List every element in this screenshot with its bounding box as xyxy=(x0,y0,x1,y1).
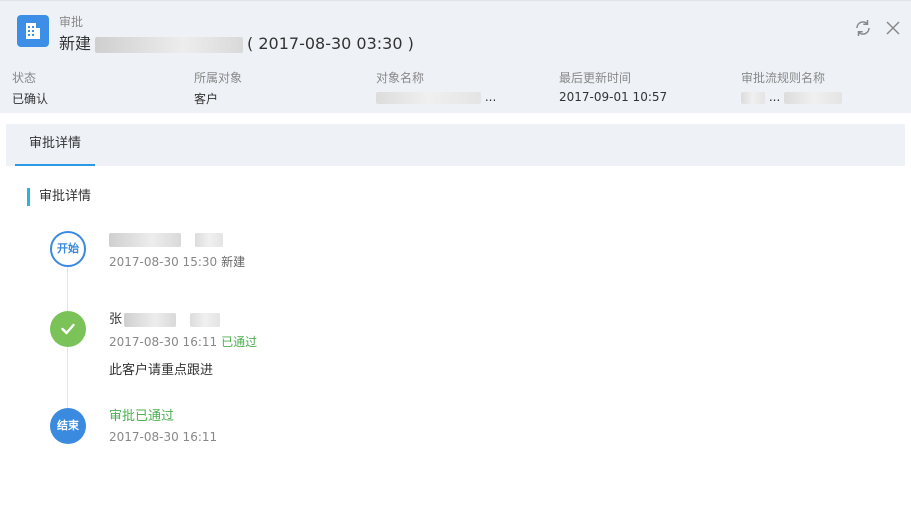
redacted-approver-dept xyxy=(190,312,221,327)
object-name-ellipsis: ... xyxy=(484,90,497,104)
start-node: 开始 xyxy=(50,231,86,267)
redacted-rule-name-tail xyxy=(784,91,843,104)
end-node: 结束 xyxy=(50,408,86,444)
module-name: 审批 xyxy=(59,15,84,29)
field-value: 已确认 xyxy=(12,92,49,106)
field-status: 状态 已确认 xyxy=(12,69,187,106)
entry-time: 2017-08-30 16:11 xyxy=(109,430,218,444)
field-object-type: 所属对象 客户 xyxy=(194,69,369,106)
field-label: 对象名称 xyxy=(376,71,425,85)
field-value: 2017-09-01 10:57 xyxy=(559,90,668,104)
tab-bar: 审批详情 xyxy=(6,124,905,166)
field-label: 审批流规则名称 xyxy=(741,71,826,85)
approver-name: 张 xyxy=(109,311,257,329)
field-object-name: 对象名称 ... xyxy=(376,69,551,106)
field-last-updated: 最后更新时间 2017-09-01 10:57 xyxy=(559,69,734,106)
checkmark-icon xyxy=(61,323,75,335)
timeline-entry-start: 2017-08-30 15:30 新建 xyxy=(109,231,245,270)
final-status: 审批已通过 xyxy=(109,409,175,424)
field-label: 最后更新时间 xyxy=(559,71,632,85)
close-icon xyxy=(886,21,900,35)
field-label: 所属对象 xyxy=(194,71,243,85)
summary-fields: 状态 已确认 所属对象 客户 对象名称 ... 最后更新时间 2017-09-0… xyxy=(12,69,902,109)
entry-meta: 2017-08-30 16:11 xyxy=(109,430,217,444)
field-value: ... xyxy=(741,90,911,106)
entry-action: 新建 xyxy=(221,255,246,269)
approver-name-prefix: 张 xyxy=(109,312,123,327)
entry-time: 2017-08-30 16:11 xyxy=(109,335,218,349)
approval-detail-page: 审批 新建 ( 2017-08-30 03:30 ) 状态 已确认 所属对象 客户… xyxy=(0,0,911,523)
redacted-object-name xyxy=(376,91,481,104)
section-title: 审批详情 xyxy=(27,188,91,206)
redacted-submitter-dept xyxy=(195,232,224,247)
redacted-approver-name xyxy=(124,312,177,327)
entry-meta: 2017-08-30 15:30 新建 xyxy=(109,253,245,270)
redacted-title xyxy=(95,36,244,53)
rule-name-ellipsis: ... xyxy=(768,90,781,104)
record-header: 审批 新建 ( 2017-08-30 03:30 ) 状态 已确认 所属对象 客户… xyxy=(0,0,911,113)
refresh-button[interactable] xyxy=(852,17,874,39)
submitter-name xyxy=(109,231,245,249)
tab-approval-details[interactable]: 审批详情 xyxy=(15,124,95,166)
approved-node xyxy=(50,311,86,347)
redacted-rule-name xyxy=(741,91,765,104)
record-title-date: ( 2017-08-30 03:30 ) xyxy=(247,34,414,53)
field-value: 客户 xyxy=(194,92,219,106)
approval-comment: 此客户请重点跟进 xyxy=(109,363,214,378)
close-button[interactable] xyxy=(882,17,904,39)
entry-time: 2017-08-30 15:30 xyxy=(109,255,218,269)
timeline-entry-approved: 张 2017-08-30 16:11 已通过 此客户请重点跟进 xyxy=(109,311,257,378)
entry-action: 已通过 xyxy=(221,335,258,349)
field-value: ... xyxy=(376,90,551,106)
timeline-entry-end: 审批已通过 2017-08-30 16:11 xyxy=(109,408,217,444)
record-title: 新建 ( 2017-08-30 03:30 ) xyxy=(59,30,414,54)
refresh-icon xyxy=(856,20,870,36)
entry-meta: 2017-08-30 16:11 已通过 xyxy=(109,333,257,350)
field-label: 状态 xyxy=(12,71,37,85)
record-title-prefix: 新建 xyxy=(59,34,92,53)
building-icon xyxy=(17,15,49,47)
field-rule-name: 审批流规则名称 ... xyxy=(741,69,911,106)
redacted-submitter-name xyxy=(109,232,181,247)
